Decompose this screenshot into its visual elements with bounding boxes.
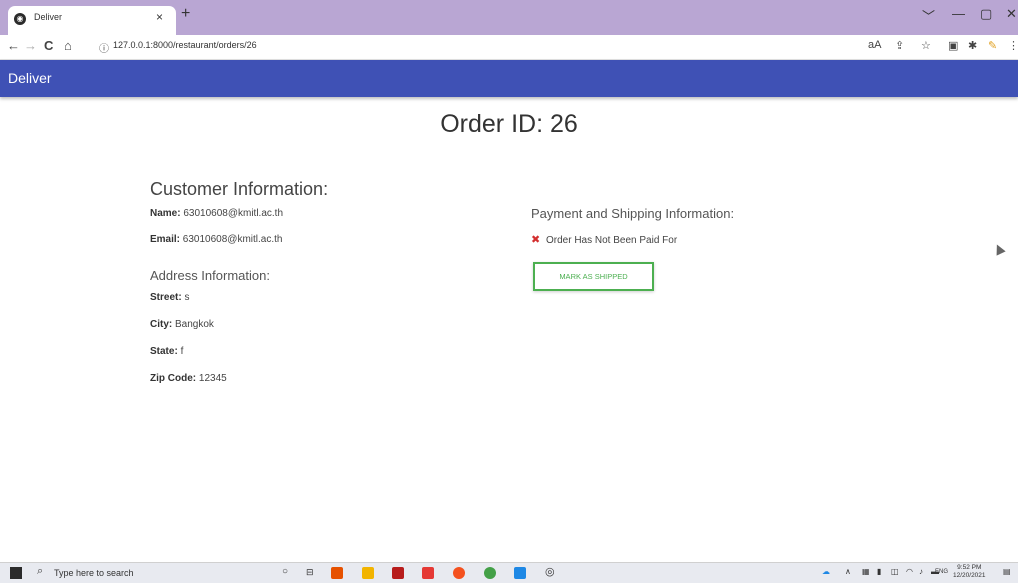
search-icon[interactable]: ⌕ — [37, 565, 43, 578]
new-tab-button[interactable]: + — [181, 5, 190, 23]
address-street: Street: s — [150, 292, 189, 303]
globe-icon: ◉ — [14, 13, 26, 25]
page-title: Order ID: 26 — [440, 110, 578, 138]
obs-icon[interactable]: ◎ — [545, 565, 555, 578]
city-label: City: — [150, 319, 173, 330]
url-field[interactable]: 127.0.0.1:8000/restaurant/orders/26 — [113, 40, 257, 50]
volume-icon[interactable]: ♪ — [919, 567, 923, 576]
name-label: Name: — [150, 208, 181, 219]
maximize-icon[interactable]: ▢ — [980, 6, 992, 22]
taskbar-search-input[interactable]: Type here to search — [54, 568, 134, 578]
reload-icon[interactable]: C — [44, 38, 53, 53]
share-icon[interactable]: ⇪ — [895, 39, 904, 52]
address-city: City: Bangkok — [150, 319, 214, 330]
app-icon[interactable] — [392, 567, 404, 579]
youtube-icon[interactable] — [422, 567, 434, 579]
pen-icon[interactable]: ✎ — [988, 39, 997, 52]
tray-chevron-icon[interactable]: ∧ — [845, 567, 851, 576]
zip-label: Zip Code: — [150, 373, 197, 384]
address-zip: Zip Code: 12345 — [150, 373, 227, 384]
zip-value: 12345 — [198, 373, 227, 384]
close-window-icon[interactable]: ✕ — [1006, 6, 1017, 22]
translate-icon[interactable]: aA — [868, 39, 881, 51]
city-value: Bangkok — [175, 319, 214, 330]
weather-icon[interactable]: ☁ — [822, 567, 830, 576]
language-indicator[interactable]: ENG — [935, 569, 948, 575]
home-icon[interactable]: ⌂ — [64, 38, 72, 53]
close-tab-icon[interactable]: × — [156, 10, 163, 24]
windows-start-icon[interactable] — [10, 567, 22, 579]
vscode-icon[interactable] — [514, 567, 526, 579]
forward-icon[interactable]: → — [24, 38, 37, 53]
back-icon[interactable]: ← — [7, 38, 20, 53]
usb-icon[interactable]: ▮ — [877, 567, 881, 576]
unpaid-x-icon: ✖ — [531, 234, 541, 246]
clock-time: 9:52 PM — [957, 564, 982, 571]
media-player-icon[interactable] — [453, 567, 465, 579]
street-label: Street: — [150, 292, 182, 303]
cast-icon[interactable]: ▣ — [948, 39, 958, 52]
name-value: 63010608@kmitl.ac.th — [183, 208, 284, 219]
notifications-icon[interactable]: ▤ — [1003, 567, 1011, 576]
task-view-icon[interactable]: ⊟ — [306, 567, 314, 578]
payment-status-text: Order Has Not Been Paid For — [546, 235, 678, 246]
wifi-icon[interactable]: ◠ — [906, 567, 913, 576]
extensions-icon[interactable]: ✱ — [968, 39, 977, 52]
tab-title: Deliver — [34, 12, 63, 22]
menu-dots-icon[interactable]: ⋮ — [1008, 39, 1018, 52]
customer-info-heading: Customer Information: — [150, 179, 329, 199]
site-info-icon[interactable]: ⓘ — [99, 40, 109, 55]
customer-email: Email: 63010608@kmitl.ac.th — [150, 234, 282, 245]
email-label: Email: — [150, 234, 181, 245]
clock-date: 12/20/2021 — [953, 572, 986, 579]
payment-info-heading: Payment and Shipping Information: — [531, 206, 735, 221]
street-value: s — [184, 292, 190, 303]
chrome-icon[interactable] — [484, 567, 496, 579]
mark-as-shipped-button[interactable]: MARK AS SHIPPED — [533, 262, 654, 291]
onedrive-icon[interactable]: ◫ — [891, 567, 899, 576]
windows-taskbar: ⌕ Type here to search ○ ⊟ ◎ ☁ ∧ ▦ ▮ ◫ ◠ … — [0, 562, 1018, 583]
brand-link[interactable]: Deliver — [8, 70, 52, 86]
file-explorer-icon[interactable] — [362, 567, 374, 579]
payment-status: ✖ Order Has Not Been Paid For — [531, 233, 677, 246]
app-navbar: Deliver — [0, 60, 1018, 97]
mouse-cursor-icon — [992, 242, 1006, 256]
tab-search-icon[interactable]: ﹀ — [922, 6, 935, 25]
address-info-heading: Address Information: — [150, 268, 270, 283]
bookmark-star-icon[interactable]: ☆ — [921, 39, 931, 52]
network-icon[interactable]: ▦ — [862, 567, 870, 576]
office-icon[interactable] — [331, 567, 343, 579]
cortana-icon[interactable]: ○ — [282, 566, 288, 577]
email-value: 63010608@kmitl.ac.th — [182, 234, 283, 245]
state-value: f — [180, 346, 184, 357]
customer-name: Name: 63010608@kmitl.ac.th — [150, 208, 283, 219]
browser-tab[interactable]: ◉ Deliver × — [8, 6, 176, 35]
address-bar: ← → C ⌂ ⓘ 127.0.0.1:8000/restaurant/orde… — [0, 35, 1018, 60]
state-label: State: — [150, 346, 178, 357]
taskbar-clock[interactable]: 9:52 PM 12/20/2021 — [953, 564, 986, 580]
browser-tab-strip: ◉ Deliver × + ﹀ — ▢ ✕ — [0, 0, 1018, 35]
address-state: State: f — [150, 346, 183, 357]
minimize-icon[interactable]: — — [952, 6, 965, 21]
